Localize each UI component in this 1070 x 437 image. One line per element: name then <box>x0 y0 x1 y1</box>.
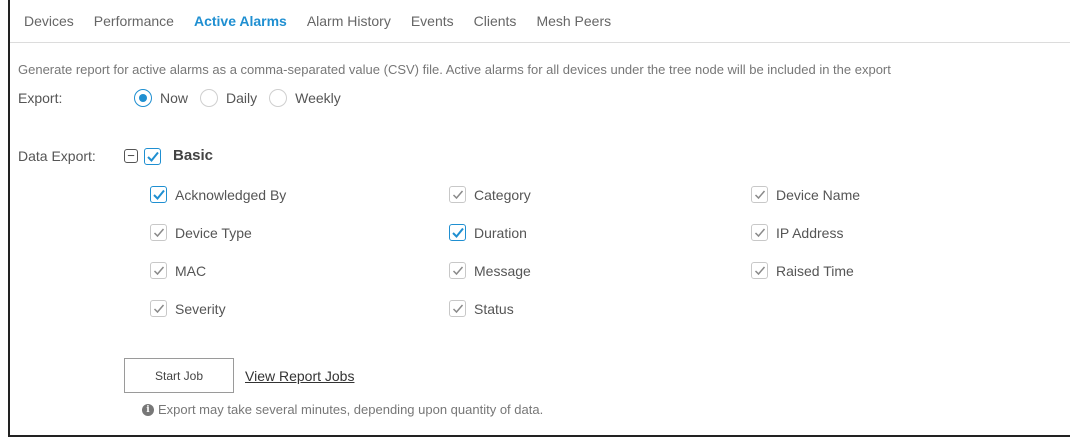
field-checkbox[interactable] <box>150 186 167 203</box>
checkmark-icon <box>754 228 766 238</box>
tab-clients[interactable]: Clients <box>474 13 517 29</box>
basic-group-label: Basic <box>173 147 214 164</box>
field-checkbox[interactable] <box>751 186 768 203</box>
field-category[interactable]: Category <box>449 186 531 203</box>
field-acknowledged-by[interactable]: Acknowledged By <box>150 186 286 203</box>
field-label: Device Name <box>776 186 861 203</box>
export-weekly-radio[interactable]: Weekly <box>269 89 341 107</box>
tab-mesh-peers[interactable]: Mesh Peers <box>536 13 611 29</box>
field-label: Duration <box>474 224 527 241</box>
tab-events[interactable]: Events <box>411 13 454 29</box>
export-daily-radio[interactable]: Daily <box>200 89 257 107</box>
field-message[interactable]: Message <box>449 262 531 279</box>
checkmark-icon <box>754 190 766 200</box>
export-daily-label: Daily <box>226 90 258 106</box>
radio-empty-icon[interactable] <box>200 89 219 107</box>
tab-active-alarms[interactable]: Active Alarms <box>194 13 287 29</box>
field-checkbox[interactable] <box>150 262 167 279</box>
checkmark-icon <box>153 304 165 314</box>
field-ip-address[interactable]: IP Address <box>751 224 843 241</box>
checkmark-icon <box>153 266 165 276</box>
info-icon: i <box>142 403 154 416</box>
active-alarms-panel: Devices Performance Active Alarms Alarm … <box>8 0 1070 437</box>
checkmark-icon <box>452 227 464 238</box>
checkmark-icon <box>452 266 464 276</box>
data-export-row: Data Export: − Basic <box>18 147 213 165</box>
tab-bar: Devices Performance Active Alarms Alarm … <box>10 0 1070 43</box>
field-checkbox[interactable] <box>449 186 466 203</box>
export-weekly-label: Weekly <box>295 90 341 106</box>
field-checkbox[interactable] <box>449 262 466 279</box>
checkmark-icon <box>452 190 464 200</box>
data-export-label: Data Export: <box>18 148 96 164</box>
field-device-type[interactable]: Device Type <box>150 224 252 241</box>
export-now-radio[interactable]: Now <box>134 89 188 107</box>
export-note-text: Export may take several minutes, dependi… <box>158 402 544 417</box>
export-label: Export: <box>18 90 63 106</box>
field-checkbox[interactable] <box>150 224 167 241</box>
field-status[interactable]: Status <box>449 300 514 317</box>
checkmark-icon <box>153 189 165 200</box>
field-label: Device Type <box>175 224 252 241</box>
checkmark-icon <box>153 228 165 238</box>
field-label: Message <box>474 262 531 279</box>
view-report-jobs-link[interactable]: View Report Jobs <box>245 368 354 384</box>
field-checkbox[interactable] <box>751 262 768 279</box>
start-job-button[interactable]: Start Job <box>124 358 234 393</box>
export-note: i Export may take several minutes, depen… <box>142 402 543 417</box>
field-checkbox[interactable] <box>449 224 466 241</box>
tab-alarm-history[interactable]: Alarm History <box>307 13 391 29</box>
field-checkbox[interactable] <box>751 224 768 241</box>
export-row: Export: Now Daily Weekly <box>18 89 341 107</box>
field-label: Category <box>474 186 531 203</box>
field-label: IP Address <box>776 224 844 241</box>
report-description: Generate report for active alarms as a c… <box>18 62 891 77</box>
radio-empty-icon[interactable] <box>269 89 288 107</box>
field-label: Severity <box>175 300 226 317</box>
field-checkbox[interactable] <box>150 300 167 317</box>
field-raised-time[interactable]: Raised Time <box>751 262 854 279</box>
field-device-name[interactable]: Device Name <box>751 186 860 203</box>
checkmark-icon <box>452 304 464 314</box>
export-radio-group: Now Daily Weekly <box>134 89 353 107</box>
field-label: Raised Time <box>776 262 854 279</box>
checkmark-icon <box>147 151 159 162</box>
tab-performance[interactable]: Performance <box>94 13 174 29</box>
field-severity[interactable]: Severity <box>150 300 226 317</box>
field-mac[interactable]: MAC <box>150 262 206 279</box>
field-checkbox[interactable] <box>449 300 466 317</box>
field-duration[interactable]: Duration <box>449 224 527 241</box>
checkmark-icon <box>754 266 766 276</box>
basic-group-checkbox[interactable] <box>144 148 161 165</box>
tab-devices[interactable]: Devices <box>24 13 74 29</box>
collapse-minus-icon[interactable]: − <box>124 149 138 163</box>
field-label: MAC <box>175 262 207 279</box>
export-now-label: Now <box>160 90 189 106</box>
field-label: Status <box>474 300 514 317</box>
field-label: Acknowledged By <box>175 186 287 203</box>
radio-selected-icon[interactable] <box>134 89 152 107</box>
